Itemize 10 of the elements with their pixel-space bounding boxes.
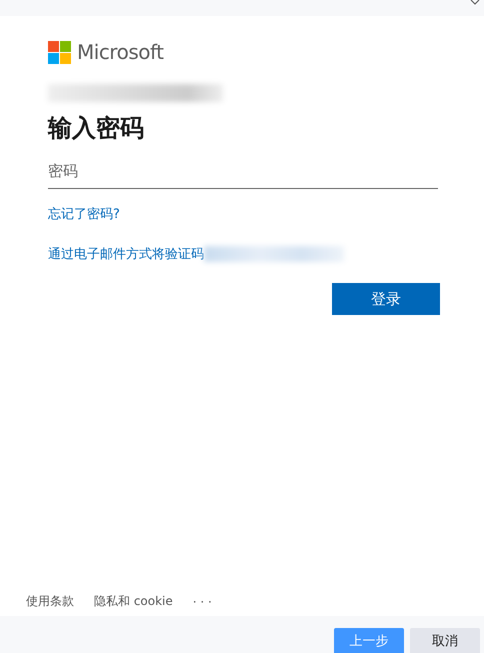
footer-link[interactable]: 隐私和 cookie <box>94 593 173 610</box>
footer-link[interactable]: · · · <box>192 594 212 608</box>
footer-link[interactable]: 使用条款 <box>26 593 74 610</box>
page-heading: 输入密码 <box>48 113 145 144</box>
dialog-button[interactable]: 取消 <box>410 628 480 653</box>
link[interactable]: 通过电子邮件方式将验证码 <box>48 245 204 263</box>
brand-name: Microsoft <box>77 40 164 64</box>
sign-in-button[interactable]: 登录 <box>332 283 440 315</box>
logo-icon <box>48 40 71 64</box>
link[interactable]: 忘记了密码? <box>48 205 120 223</box>
